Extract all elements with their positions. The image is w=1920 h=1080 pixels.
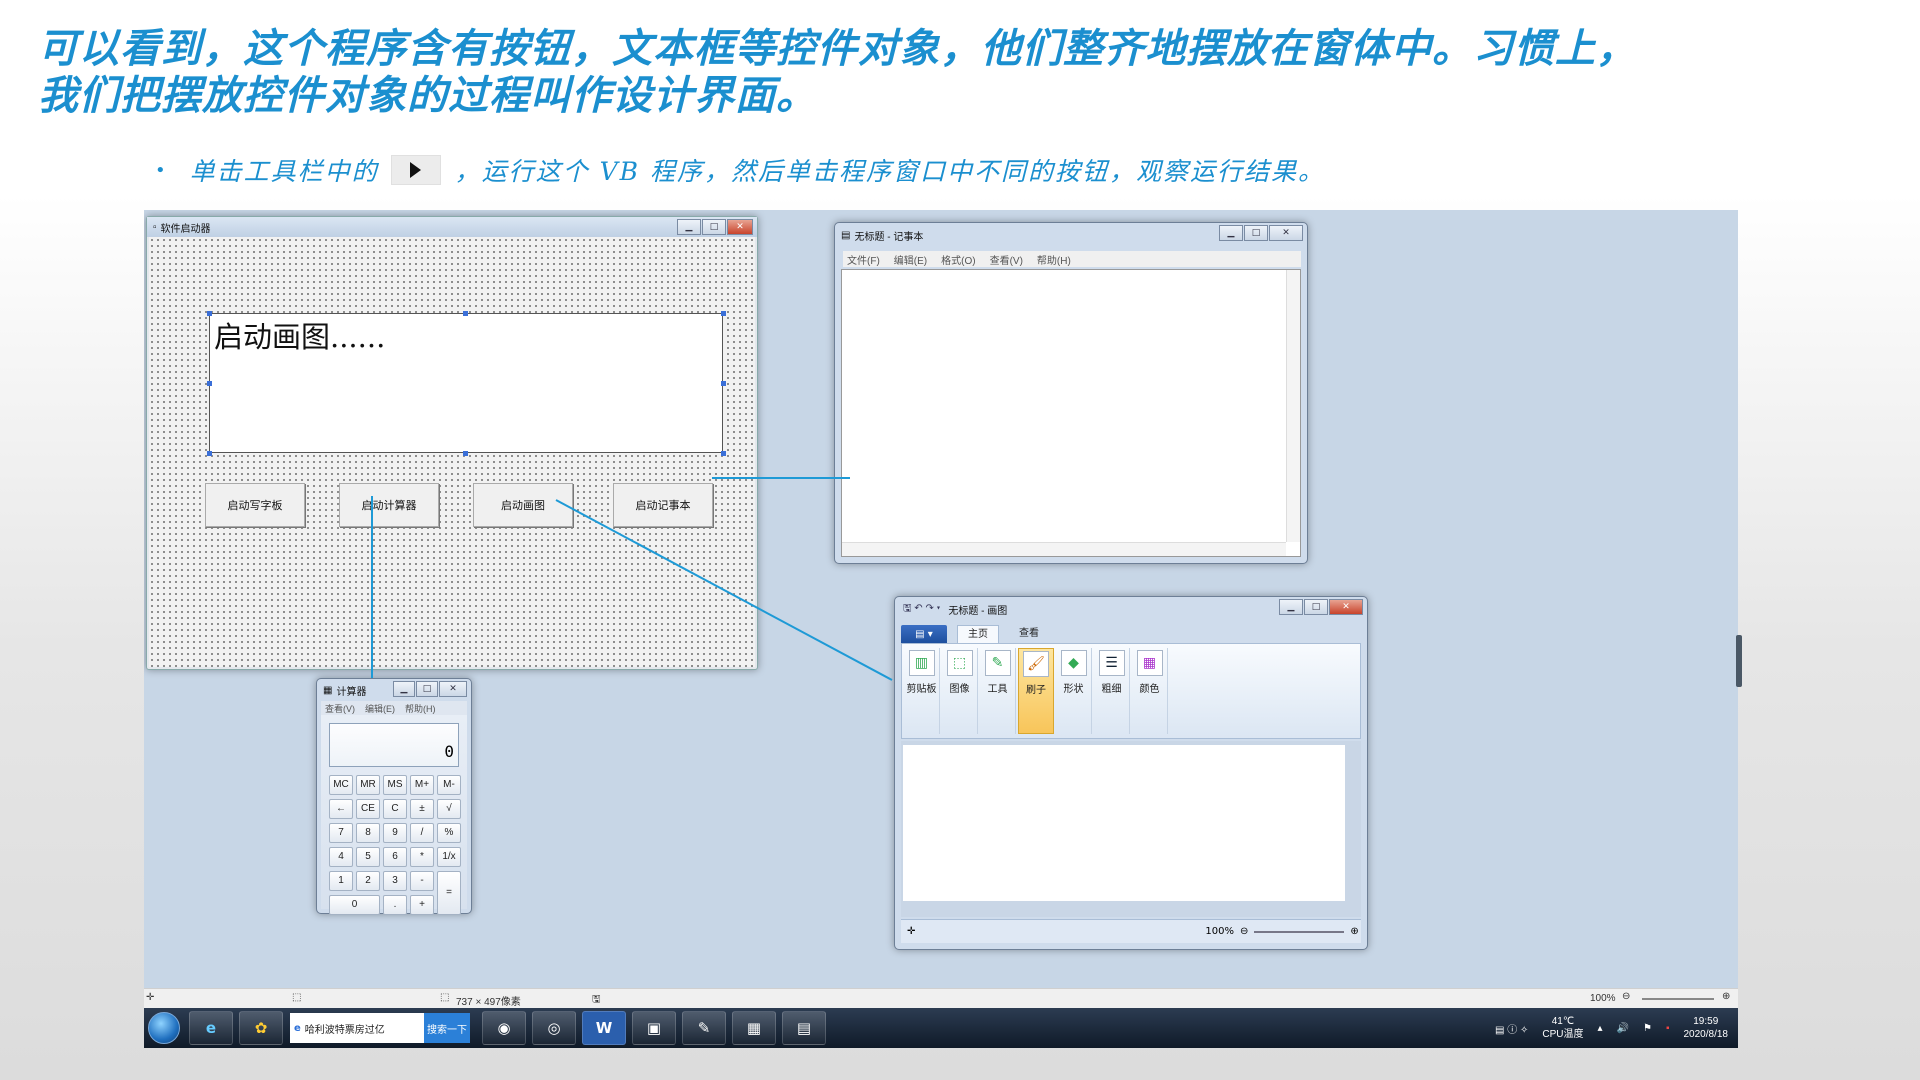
zoom-in-button[interactable]: ⊕	[1722, 991, 1730, 1002]
temp-value: 41℃	[1551, 1016, 1575, 1027]
size-icon: ⬚	[440, 992, 450, 1003]
ie-icon[interactable]: e	[189, 1011, 233, 1045]
tray-arrow-icon[interactable]: ▴	[1598, 1023, 1603, 1034]
search-button[interactable]: 搜索一下	[424, 1013, 470, 1043]
taskbar: e ✿ e 哈利波特票房过亿 搜索一下 ◉ ◎ W ▣ ✎ ▦ ▤ ▤ ⓘ ✧ …	[144, 1008, 1738, 1048]
play-icon	[390, 155, 441, 185]
cpu-temperature: 41℃ CPU温度	[1542, 1015, 1583, 1041]
title-line-1: 可以看到，这个程序含有按钮，文本框等控件对象，他们整齐地摆放在窗体中。习惯上，	[38, 26, 1637, 72]
word-icon[interactable]: W	[582, 1011, 626, 1045]
bullet-suffix: ，运行这个 VB 程序，然后单击程序窗口中不同的按钮，观察运行结果。	[454, 157, 1325, 186]
clock-date: 2020/8/18	[1683, 1029, 1729, 1040]
calculator-icon[interactable]: ▦	[732, 1011, 776, 1045]
tray-icons: ▤ ⓘ ✧	[1494, 1024, 1529, 1036]
app-icon[interactable]: ✿	[239, 1011, 283, 1045]
browser-icon[interactable]: ◉	[482, 1011, 526, 1045]
volume-icon[interactable]: 🔊	[1617, 1023, 1629, 1034]
clock-time: 19:59	[1693, 1016, 1719, 1027]
notepad-icon[interactable]: ▤	[782, 1011, 826, 1045]
screenshot: ▫ 软件启动器 ▁ □ ✕ 启动画图...... 启动写字板 启动计算器 启动画…	[144, 210, 1738, 1048]
connector-paint	[555, 499, 893, 681]
connector-lines	[371, 477, 893, 681]
clock[interactable]: 19:59 2020/8/18	[1684, 1015, 1729, 1041]
zoom-slider[interactable]	[1642, 998, 1714, 1000]
save-icon: 🖫	[592, 994, 601, 1005]
bullet-dot: •	[155, 159, 168, 181]
system-tray: ▤ ⓘ ✧ 41℃ CPU温度 ▴ 🔊 ⚑ ▪ 19:59 2020/8/18	[1495, 1008, 1728, 1048]
crosshair-icon: ✛	[146, 992, 155, 1003]
search-text: 哈利波特票房过亿	[304, 1024, 385, 1036]
image-size: 737 × 497像素	[456, 997, 521, 1008]
title-line-2: 我们把摆放控件对象的过程叫作设计界面。	[38, 73, 817, 119]
temp-label: CPU温度	[1542, 1029, 1584, 1040]
ide-zoom: 100%	[1590, 993, 1616, 1004]
ie-search-icon: e	[294, 1022, 301, 1034]
selection-icon: ⬚	[292, 992, 302, 1003]
zoom-out-button[interactable]: ⊖	[1622, 991, 1630, 1002]
bullet-prefix: 单击工具栏中的	[189, 157, 379, 186]
network-icon[interactable]: ▪	[1666, 1023, 1670, 1034]
start-button[interactable]	[148, 1012, 180, 1044]
ide-statusbar: ✛ ⬚ ⬚ 737 × 497像素 🖫 100% ⊖ ⊕	[144, 988, 1738, 1008]
flag-icon[interactable]: ⚑	[1643, 1023, 1652, 1034]
paint-icon[interactable]: ✎	[682, 1011, 726, 1045]
qq-icon[interactable]: ◎	[532, 1011, 576, 1045]
slide-title: 可以看到，这个程序含有按钮，文本框等控件对象，他们整齐地摆放在窗体中。习惯上， …	[38, 26, 1898, 120]
side-handle	[1736, 635, 1742, 687]
search-input[interactable]: e 哈利波特票房过亿	[290, 1013, 424, 1043]
bullet-instruction: • 单击工具栏中的 ，运行这个 VB 程序，然后单击程序窗口中不同的按钮，观察运…	[155, 150, 1325, 190]
vb-icon[interactable]: ▣	[632, 1011, 676, 1045]
